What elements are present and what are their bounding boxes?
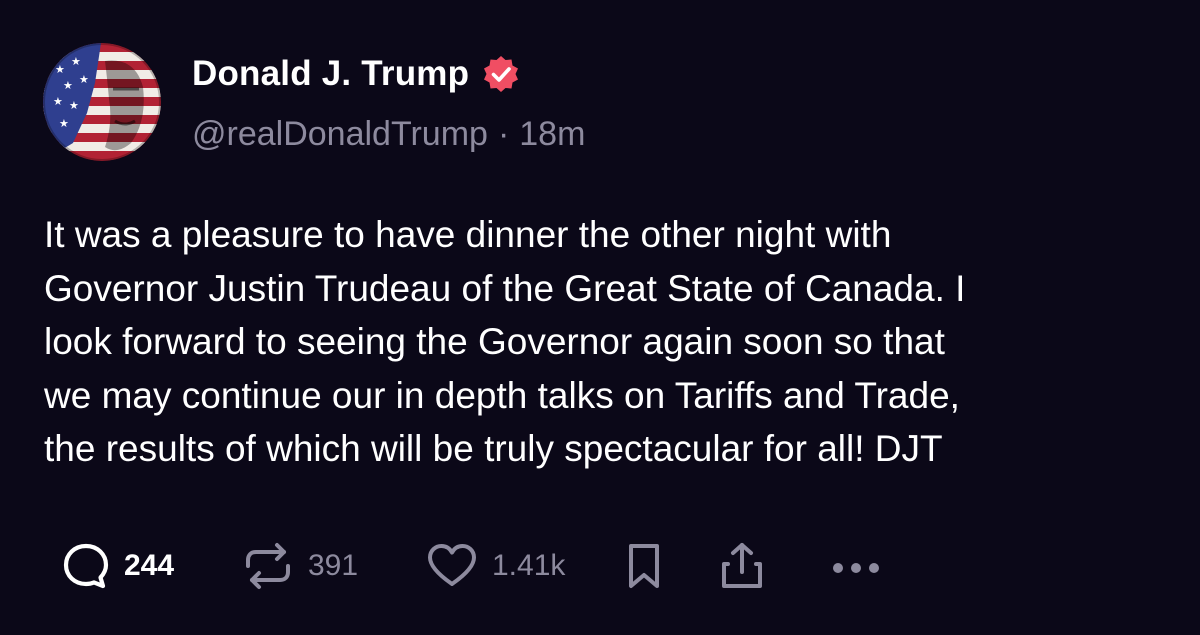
verified-badge-icon — [481, 54, 521, 94]
post-timestamp[interactable]: 18m — [519, 115, 585, 154]
author-name-row: Donald J. Trump — [192, 52, 521, 96]
svg-text:★: ★ — [59, 117, 69, 130]
author-handle[interactable]: @realDonaldTrump — [192, 115, 488, 154]
repost-count: 391 — [308, 549, 359, 582]
like-count: 1.41k — [492, 549, 566, 582]
flag-portrait-avatar-icon: ★ ★ ★ ★ ★ ★ ★ — [43, 43, 161, 161]
share-button[interactable] — [716, 538, 768, 594]
reply-button[interactable]: 244 — [60, 538, 174, 594]
reply-count: 244 — [124, 549, 175, 582]
share-icon — [722, 543, 762, 588]
svg-text:★: ★ — [79, 73, 89, 86]
svg-text:★: ★ — [53, 95, 63, 108]
post-actions-bar: 244 391 1.41k — [0, 538, 1200, 594]
bookmark-button[interactable] — [624, 538, 664, 594]
more-options-button[interactable] — [828, 538, 884, 594]
heart-icon — [428, 544, 476, 586]
post-card: ★ ★ ★ ★ ★ ★ ★ Donald J. Trump @realDonal — [0, 0, 1200, 635]
svg-text:★: ★ — [71, 55, 81, 68]
author-display-name[interactable]: Donald J. Trump — [192, 54, 469, 94]
bookmark-icon — [629, 544, 659, 588]
repost-button[interactable]: 391 — [240, 538, 358, 594]
svg-text:★: ★ — [63, 79, 73, 92]
meta-separator: · — [497, 114, 510, 153]
repost-icon — [246, 543, 290, 589]
more-dots-icon — [833, 563, 879, 573]
avatar[interactable]: ★ ★ ★ ★ ★ ★ ★ — [43, 43, 161, 161]
author-meta-row: @realDonaldTrump · 18m — [192, 112, 585, 156]
post-body-text: It was a pleasure to have dinner the oth… — [44, 214, 966, 469]
reply-bubble-icon — [63, 543, 109, 589]
svg-text:★: ★ — [69, 99, 79, 112]
like-button[interactable]: 1.41k — [424, 538, 565, 594]
